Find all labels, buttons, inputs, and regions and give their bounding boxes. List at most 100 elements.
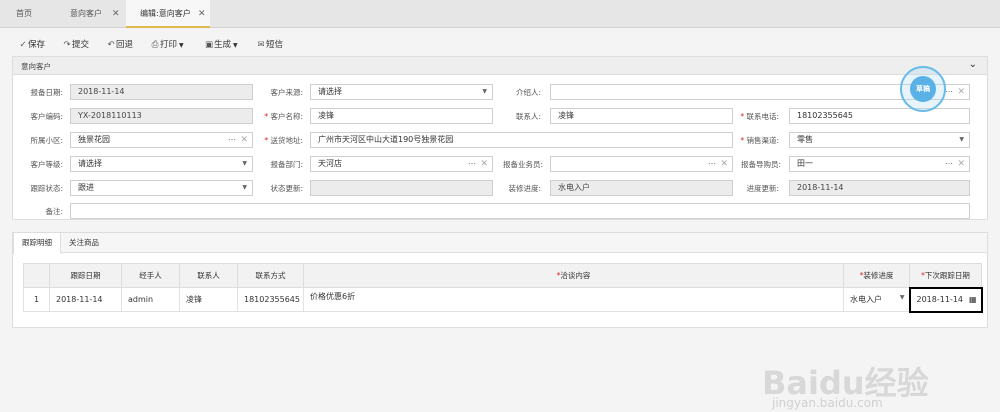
contact-field[interactable]: 凌锋 xyxy=(550,108,733,124)
column-header-text: 洽谈内容 xyxy=(560,271,591,280)
clear-icon[interactable]: ✕ xyxy=(720,157,728,171)
save-label: 保存 xyxy=(28,40,46,50)
column-header[interactable]: *装修进度 xyxy=(843,263,910,288)
level-select[interactable]: 请选择 ▼ xyxy=(70,156,253,172)
panel-header: 意向客户 ⌄ xyxy=(13,57,987,75)
cell-progress-select[interactable]: 水电入户 ▼ xyxy=(843,287,910,312)
report-date-label: 报备日期: xyxy=(30,88,63,97)
tab-leads-label: 意向客户 xyxy=(70,9,102,18)
tab-edit-lead-label: 编辑:意向客户 xyxy=(140,9,191,18)
progress-update-label: 进度更新: xyxy=(746,184,779,193)
decor-progress-field: 水电入户 xyxy=(550,180,733,196)
detail-tabs: 跟踪明细 关注商品 xyxy=(13,233,987,254)
page-body: ✓保存 ↷提交 ↶回退 ⎙ 打印 ▼ ▣生成 ▼ ✉短信 意向客户 ⌄ 报备日期: 2… xyxy=(0,28,1000,412)
check-icon: ✓ xyxy=(19,40,27,50)
address-label-text: 送货地址: xyxy=(270,136,303,145)
print-button[interactable]: ⎙ 打印 ▼ xyxy=(150,38,184,52)
follow-status-select[interactable]: 跟进 ▼ xyxy=(70,180,253,196)
level-label: 客户等级: xyxy=(30,160,63,169)
submit-button[interactable]: ↷提交 xyxy=(62,38,89,52)
channel-label-text: 销售渠道: xyxy=(746,136,779,145)
cell-handler[interactable]: admin xyxy=(121,287,180,312)
column-header[interactable]: 联系人 xyxy=(179,263,238,288)
community-field[interactable]: 独景花园 … ✕ xyxy=(70,132,253,148)
clear-icon[interactable]: ✕ xyxy=(240,133,248,147)
status-update-field xyxy=(310,180,493,196)
salesman-field[interactable]: … ✕ xyxy=(550,156,733,172)
tab-leads[interactable]: 意向客户 ✕ xyxy=(56,0,126,28)
more-icon[interactable]: … xyxy=(468,157,476,169)
caret-down-icon: ▼ xyxy=(899,294,905,301)
column-header[interactable]: *洽谈内容 xyxy=(303,263,844,288)
name-label-text: 客户名称: xyxy=(270,112,303,121)
sms-button[interactable]: ✉短信 xyxy=(256,38,283,52)
draft-stamp: 草稿 xyxy=(900,66,946,112)
revert-button[interactable]: ↶回退 xyxy=(106,38,133,52)
cell-contact[interactable]: 凌锋 xyxy=(179,287,238,312)
channel-value: 零售 xyxy=(797,135,813,144)
clear-icon[interactable]: ✕ xyxy=(957,85,965,99)
salesman-label: 报备业务员: xyxy=(502,160,543,169)
follow-status-value: 跟进 xyxy=(78,183,94,192)
sms-icon: ✉ xyxy=(257,40,265,50)
remark-field[interactable] xyxy=(70,203,970,219)
cell-phone[interactable]: 18102355645 xyxy=(237,287,304,312)
referrer-label: 介绍人: xyxy=(515,88,541,97)
sms-label: 短信 xyxy=(266,40,284,50)
tab-home[interactable]: 首页 xyxy=(2,0,60,28)
submit-label: 提交 xyxy=(72,40,90,50)
tab-tracking-detail[interactable]: 跟踪明细 xyxy=(13,233,61,254)
printer-icon: ⎙ xyxy=(151,40,159,50)
phone-field[interactable]: 18102355645 xyxy=(789,108,970,124)
more-icon[interactable]: … xyxy=(945,157,953,169)
baidu-watermark-url: jingyan.baidu.com xyxy=(772,396,883,410)
dept-field[interactable]: 天河店 … ✕ xyxy=(310,156,493,172)
source-select[interactable]: 请选择 ▼ xyxy=(310,84,493,100)
guide-field[interactable]: 田一 … ✕ xyxy=(789,156,970,172)
detail-panel: 跟踪明细 关注商品 跟踪日期 经手人 联系人 联系方式 *洽谈内容 *装修进度 … xyxy=(12,232,988,328)
close-icon[interactable]: ✕ xyxy=(112,0,120,28)
column-header[interactable]: 经手人 xyxy=(121,263,180,288)
tab-edit-lead[interactable]: 编辑:意向客户 ✕ xyxy=(126,0,210,28)
more-icon[interactable]: … xyxy=(228,133,236,145)
calendar-icon[interactable]: ▦ xyxy=(969,295,977,304)
customer-panel: 意向客户 ⌄ 报备日期: 2018-11-14 客户来源: 请选择 ▼ 介绍人: … xyxy=(12,56,988,220)
column-header[interactable]: *下次跟踪日期 xyxy=(909,263,982,288)
undo-icon: ↶ xyxy=(107,40,115,50)
name-label: * 客户名称: xyxy=(253,111,303,122)
generate-label: 生成 xyxy=(214,40,232,50)
tracking-table: 跟踪日期 经手人 联系人 联系方式 *洽谈内容 *装修进度 *下次跟踪日期 1 … xyxy=(23,263,983,313)
name-field[interactable]: 凌锋 xyxy=(310,108,493,124)
cell-progress-value: 水电入户 xyxy=(850,295,882,304)
revert-label: 回退 xyxy=(116,40,134,50)
clear-icon[interactable]: ✕ xyxy=(957,157,965,171)
column-header-text: 下次跟踪日期 xyxy=(924,270,970,280)
channel-select[interactable]: 零售 ▼ xyxy=(789,132,970,148)
more-icon[interactable]: … xyxy=(945,85,953,97)
column-header[interactable]: 跟踪日期 xyxy=(49,263,122,288)
cell-content[interactable]: 价格优惠6折 xyxy=(303,287,844,312)
remark-label: 备注: xyxy=(45,207,63,216)
tab-followed-products[interactable]: 关注商品 xyxy=(61,233,107,253)
community-label: 所属小区: xyxy=(30,136,63,145)
cell-date[interactable]: 2018-11-14 xyxy=(49,287,122,312)
close-icon[interactable]: ✕ xyxy=(198,0,206,28)
progress-update-field: 2018-11-14 xyxy=(789,180,970,196)
clear-icon[interactable]: ✕ xyxy=(480,157,488,171)
cell-next-date[interactable]: 2018-11-14 ▦ xyxy=(908,286,983,313)
column-header-text: 装修进度 xyxy=(863,271,894,280)
generate-button[interactable]: ▣生成 ▼ xyxy=(204,38,238,52)
dept-value: 天河店 xyxy=(318,159,342,168)
address-field[interactable]: 广州市天河区中山大道190号独景花园 xyxy=(310,132,733,148)
guide-label: 报备导购员: xyxy=(740,160,781,169)
column-header[interactable]: 联系方式 xyxy=(237,263,304,288)
save-button[interactable]: ✓保存 xyxy=(18,38,45,52)
source-value: 请选择 xyxy=(318,87,342,96)
tab-home-label: 首页 xyxy=(16,9,32,18)
caret-down-icon: ▼ xyxy=(179,42,184,49)
more-icon[interactable]: … xyxy=(708,157,716,169)
caret-down-icon: ▼ xyxy=(482,88,487,95)
window-icon: ▣ xyxy=(204,40,214,50)
chevron-down-icon[interactable]: ⌄ xyxy=(969,59,977,70)
table-row[interactable]: 1 2018-11-14 admin 凌锋 18102355645 价格优惠6折… xyxy=(23,286,983,313)
